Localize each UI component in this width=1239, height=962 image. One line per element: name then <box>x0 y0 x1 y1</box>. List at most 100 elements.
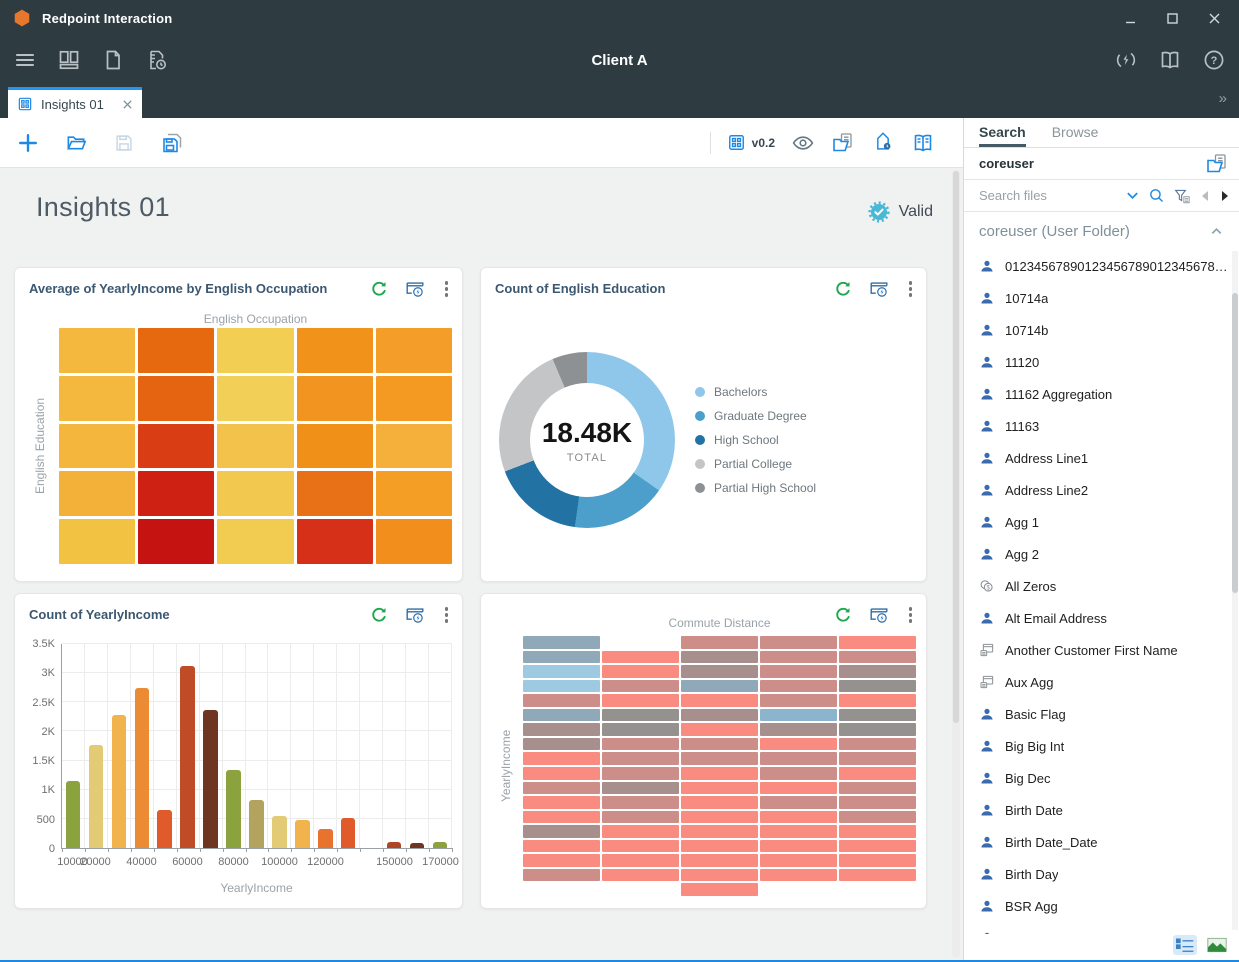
sidebar-scrollbar[interactable] <box>1232 251 1238 930</box>
list-item[interactable]: Address Line2 <box>979 474 1239 506</box>
mosaic-cell <box>523 767 600 780</box>
list-item[interactable]: Aux Agg <box>979 666 1239 698</box>
mosaic-empty-cell <box>602 636 679 649</box>
add-widget-button[interactable] <box>16 131 40 155</box>
list-item[interactable]: Birth Day <box>979 858 1239 890</box>
tab-search[interactable]: Search <box>979 118 1026 147</box>
heatmap-cell <box>217 471 293 516</box>
list-item[interactable]: Another Customer First Name <box>979 634 1239 666</box>
mosaic-cell <box>681 854 758 867</box>
minimize-button[interactable] <box>1123 11 1137 25</box>
list-view-icon[interactable] <box>1173 935 1197 955</box>
help-icon[interactable]: ? <box>1201 47 1227 73</box>
next-result-icon[interactable] <box>1219 190 1231 202</box>
x-tick-label: 80000 <box>218 856 249 868</box>
mosaic-cell <box>760 636 837 649</box>
maximize-button[interactable] <box>1165 11 1179 25</box>
legend-item[interactable]: High School <box>695 433 816 447</box>
list-item[interactable]: Address Line1 <box>979 442 1239 474</box>
list-item[interactable]: BSR Agg <box>979 890 1239 922</box>
legend-item[interactable]: Graduate Degree <box>695 409 816 423</box>
tab-overflow-icon[interactable]: » <box>1219 90 1227 107</box>
auto-refresh-icon[interactable] <box>868 278 890 300</box>
refresh-icon[interactable] <box>833 279 853 299</box>
thumbnail-view-icon[interactable] <box>1205 935 1229 955</box>
legend-item[interactable]: Bachelors <box>695 385 816 399</box>
heatmap-cell <box>376 328 452 373</box>
hamburger-menu-icon[interactable] <box>12 47 38 73</box>
list-item-label: Address Line1 <box>1005 451 1088 466</box>
folder-header[interactable]: coreuser (User Folder) <box>964 212 1239 250</box>
close-button[interactable] <box>1207 11 1221 25</box>
list-item[interactable]: $All Zeros <box>979 570 1239 602</box>
list-item[interactable]: 0123456789012345678901234567890123456789… <box>979 250 1239 282</box>
list-item[interactable]: Big Dec <box>979 762 1239 794</box>
legend-dot-icon <box>695 483 705 493</box>
search-input[interactable] <box>979 188 1117 203</box>
new-file-icon[interactable] <box>100 47 126 73</box>
open-folder-button[interactable] <box>64 131 88 155</box>
list-item[interactable] <box>979 922 1239 934</box>
collapse-chevron-icon[interactable] <box>1210 225 1223 238</box>
tab-close-icon[interactable] <box>122 99 133 110</box>
card-menu-icon[interactable] <box>905 279 917 299</box>
tab-insights-01[interactable]: Insights 01 <box>8 87 142 118</box>
list-item[interactable]: 10714b <box>979 314 1239 346</box>
legend-item[interactable]: Partial College <box>695 457 816 471</box>
card-menu-icon[interactable] <box>441 279 453 299</box>
list-item[interactable]: Alt Email Address <box>979 602 1239 634</box>
list-item[interactable]: Birth Date <box>979 794 1239 826</box>
filter-icon[interactable] <box>1173 187 1191 205</box>
main-scrollbar[interactable] <box>952 170 960 958</box>
refresh-icon[interactable] <box>369 279 389 299</box>
recent-files-icon[interactable] <box>144 47 170 73</box>
refresh-icon[interactable] <box>369 605 389 625</box>
preview-eye-icon[interactable] <box>791 131 815 155</box>
person-icon <box>979 546 995 562</box>
tab-browse[interactable]: Browse <box>1052 118 1099 147</box>
save-as-button[interactable] <box>160 131 184 155</box>
list-item[interactable]: Birth Date_Date <box>979 826 1239 858</box>
mosaic-cell <box>602 723 679 736</box>
list-item[interactable]: 11120 <box>979 346 1239 378</box>
tag-icon[interactable] <box>871 131 895 155</box>
list-item[interactable]: Big Big Int <box>979 730 1239 762</box>
catalog-book-icon[interactable] <box>911 131 935 155</box>
connection-sync-icon[interactable] <box>1113 47 1139 73</box>
dashboard-content: Insights 01 Valid Average of YearlyIncom… <box>0 168 963 960</box>
mosaic-cell <box>602 825 679 838</box>
bar <box>89 745 103 848</box>
status-badge: Valid <box>867 200 933 224</box>
search-icon[interactable] <box>1148 187 1165 204</box>
mosaic-cell <box>523 709 600 722</box>
list-item[interactable]: 11163 <box>979 410 1239 442</box>
list-item[interactable]: Basic Flag <box>979 698 1239 730</box>
workspace-layout-icon[interactable] <box>56 47 82 73</box>
mosaic-cell <box>523 811 600 824</box>
list-item-label: 11120 <box>1005 355 1039 370</box>
query-input[interactable] <box>979 156 1197 171</box>
list-item[interactable]: 10714a <box>979 282 1239 314</box>
mosaic-cell <box>760 752 837 765</box>
card-heatmap: Average of YearlyIncome by English Occup… <box>14 267 463 582</box>
open-folder-document-icon[interactable] <box>831 131 855 155</box>
save-button[interactable] <box>112 131 136 155</box>
chevron-down-icon[interactable] <box>1125 188 1140 203</box>
auto-refresh-icon[interactable] <box>404 278 426 300</box>
mosaic-cell <box>523 869 600 882</box>
card-menu-icon[interactable] <box>441 605 453 625</box>
prev-result-icon[interactable] <box>1199 190 1211 202</box>
list-item[interactable]: Agg 1 <box>979 506 1239 538</box>
bar <box>66 781 80 848</box>
list-item[interactable]: Agg 2 <box>979 538 1239 570</box>
documentation-book-icon[interactable] <box>1157 47 1183 73</box>
auto-refresh-icon[interactable] <box>404 604 426 626</box>
bar <box>341 818 355 848</box>
mosaic-cell <box>681 680 758 693</box>
list-item[interactable]: 11162 Aggregation <box>979 378 1239 410</box>
open-folder-document-icon[interactable] <box>1205 152 1229 176</box>
legend-item[interactable]: Partial High School <box>695 481 816 495</box>
bar-slot <box>62 644 85 848</box>
mosaic-cell <box>839 840 916 853</box>
search-row <box>964 180 1239 212</box>
